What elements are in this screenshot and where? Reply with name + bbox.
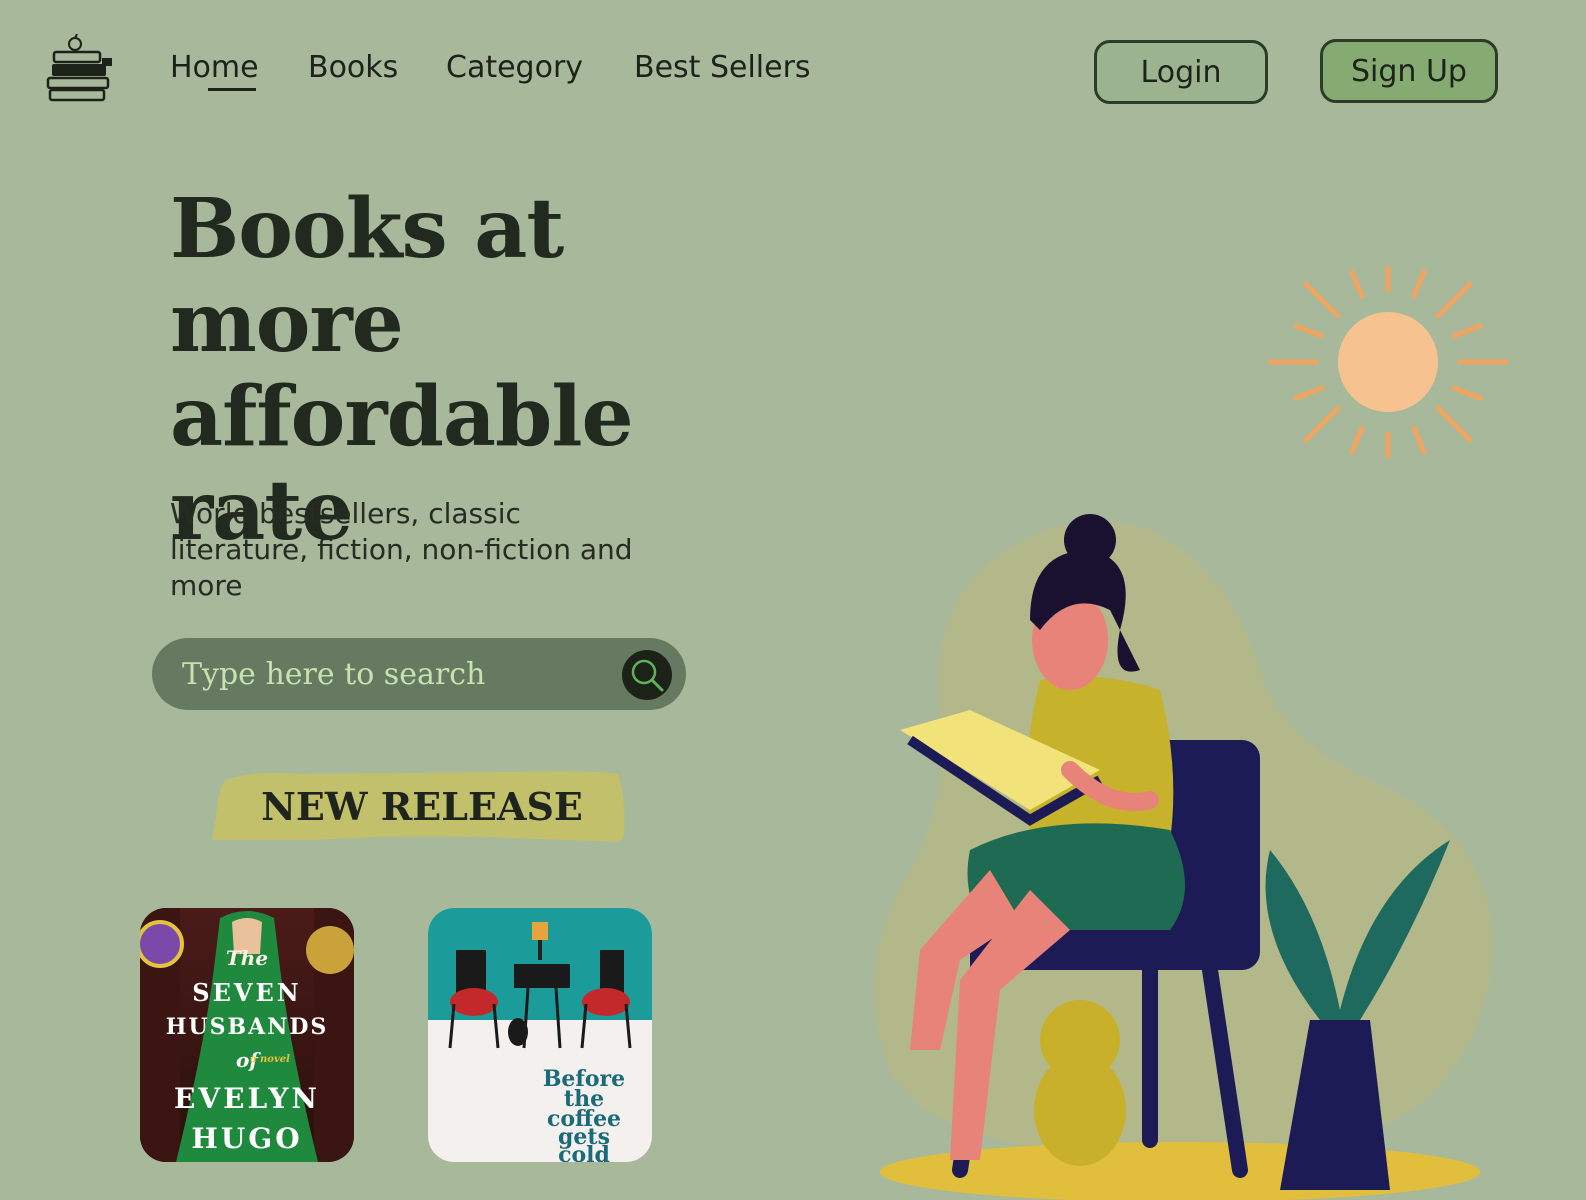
search-icon xyxy=(631,659,664,692)
book-1-title-line-3: HUSBANDS xyxy=(165,1014,329,1040)
book-1-title-line-2: SEVEN xyxy=(192,978,302,1007)
book-2-title-line-1: Before xyxy=(542,1066,626,1092)
headline-line-1: Books at more xyxy=(170,181,564,371)
book-1-title-line-5: EVELYN xyxy=(174,1082,320,1115)
book-1-title-line-1: The xyxy=(225,946,269,970)
book-1-title-line-6: HUGO xyxy=(191,1122,303,1155)
nav-category[interactable]: Category xyxy=(446,50,583,85)
login-button[interactable]: Login xyxy=(1094,40,1268,104)
nav-books[interactable]: Books xyxy=(308,50,398,85)
book-stack-logo-icon[interactable] xyxy=(46,34,114,104)
active-underline xyxy=(208,88,256,91)
search-input[interactable] xyxy=(182,656,602,692)
nav-home[interactable]: Home xyxy=(170,50,259,85)
book-1-tag: a novel xyxy=(250,1054,290,1065)
search-button[interactable] xyxy=(622,650,672,700)
book-2-title-line-5: cold xyxy=(558,1142,610,1162)
search-bar xyxy=(152,638,686,710)
book-card-before-the-coffee[interactable]: Before the coffee gets cold xyxy=(428,908,652,1162)
new-release-label: NEW RELEASE xyxy=(261,784,583,829)
book-card-seven-husbands[interactable]: The SEVEN HUSBANDS of EVELYN HUGO a nove… xyxy=(140,908,354,1162)
hero-subtext: World bestsellers, classic literature, f… xyxy=(170,497,633,602)
nav-best-sellers[interactable]: Best Sellers xyxy=(634,50,811,85)
reading-woman-illustration xyxy=(874,514,1493,1200)
headline-line-2: affordable xyxy=(170,369,634,465)
signup-button[interactable]: Sign Up xyxy=(1320,39,1498,103)
sun-illustration xyxy=(1267,265,1509,459)
